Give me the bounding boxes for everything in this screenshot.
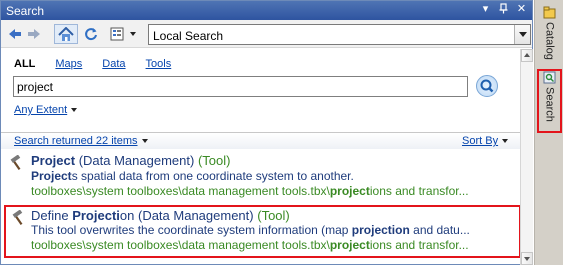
chevron-down-icon: [71, 108, 78, 113]
result-description: Projects spatial data from one coordinat…: [31, 169, 354, 183]
results-count-label: Search returned 22 items: [14, 135, 138, 147]
extent-label: Any Extent: [14, 104, 68, 116]
tool-hammer-icon: [11, 209, 27, 226]
right-dock: Catalog Search: [534, 0, 563, 265]
sort-by-dropdown[interactable]: Sort By: [462, 135, 509, 147]
search-input[interactable]: [14, 77, 467, 96]
search-window: Search ▾ ✕ Local Search ALL Maps Data To…: [0, 0, 533, 265]
view-options-dropdown-icon[interactable]: [128, 24, 138, 44]
forward-arrow-icon[interactable]: [27, 24, 41, 44]
search-panel: ALL Maps Data Tools Any Extent: [1, 49, 520, 133]
result-path: toolboxes\system toolboxes\data manageme…: [31, 184, 469, 198]
view-options-icon[interactable]: [109, 24, 125, 44]
pin-icon[interactable]: [497, 3, 510, 16]
tab-maps[interactable]: Maps: [55, 58, 82, 70]
chevron-down-icon[interactable]: [514, 25, 530, 44]
result-type: (Tool): [197, 153, 231, 168]
result-item-highlighted[interactable]: Define Projection (Data Management) (Too…: [4, 205, 521, 258]
tool-hammer-icon: [9, 154, 25, 171]
magnifier-icon: [480, 79, 494, 93]
result-category: (Data Management): [137, 208, 254, 223]
search-toolbar: Local Search: [1, 20, 532, 48]
home-icon[interactable]: [54, 24, 78, 44]
search-go-button[interactable]: [476, 75, 498, 97]
window-title: Search: [6, 4, 45, 18]
tab-tools[interactable]: Tools: [146, 58, 172, 70]
catalog-icon: [543, 6, 556, 19]
result-title[interactable]: Project (Data Management) (Tool): [31, 153, 230, 168]
search-dock-tab[interactable]: Search: [537, 69, 562, 133]
tab-data[interactable]: Data: [102, 58, 125, 70]
result-path: toolboxes\system toolboxes\data manageme…: [31, 238, 469, 252]
result-item[interactable]: Project (Data Management) (Tool) Project…: [1, 152, 520, 202]
catalog-tab-label: Catalog: [543, 22, 556, 60]
chevron-down-icon: [502, 139, 509, 144]
result-description: This tool overwrites the coordinate syst…: [31, 223, 470, 237]
scroll-down-icon[interactable]: [521, 252, 533, 265]
scroll-up-icon[interactable]: [521, 49, 533, 62]
search-input-box: [13, 76, 468, 97]
back-arrow-icon[interactable]: [8, 24, 22, 44]
refresh-icon[interactable]: [83, 24, 99, 44]
results-count-dropdown[interactable]: Search returned 22 items: [14, 135, 148, 147]
result-category: (Data Management): [78, 153, 195, 168]
close-icon[interactable]: ✕: [515, 3, 528, 16]
search-tab-label: Search: [543, 87, 556, 122]
title-bar: Search ▾ ✕: [1, 1, 532, 20]
result-title[interactable]: Define Projection (Data Management) (Too…: [31, 208, 290, 223]
search-type-tabs: ALL Maps Data Tools: [14, 58, 191, 70]
extent-dropdown[interactable]: Any Extent: [14, 104, 78, 116]
dropdown-icon[interactable]: ▾: [479, 3, 492, 16]
result-type: (Tool): [257, 208, 290, 223]
search-location-value: Local Search: [153, 29, 224, 43]
catalog-dock-tab[interactable]: Catalog: [539, 6, 560, 66]
chevron-down-icon: [141, 139, 148, 144]
search-window-icon: [543, 71, 556, 84]
vertical-scrollbar[interactable]: [520, 49, 533, 265]
sort-by-label: Sort By: [462, 135, 499, 147]
tab-all[interactable]: ALL: [14, 58, 35, 70]
results-header: Search returned 22 items Sort By: [1, 132, 520, 149]
search-location-select[interactable]: Local Search: [148, 24, 531, 45]
